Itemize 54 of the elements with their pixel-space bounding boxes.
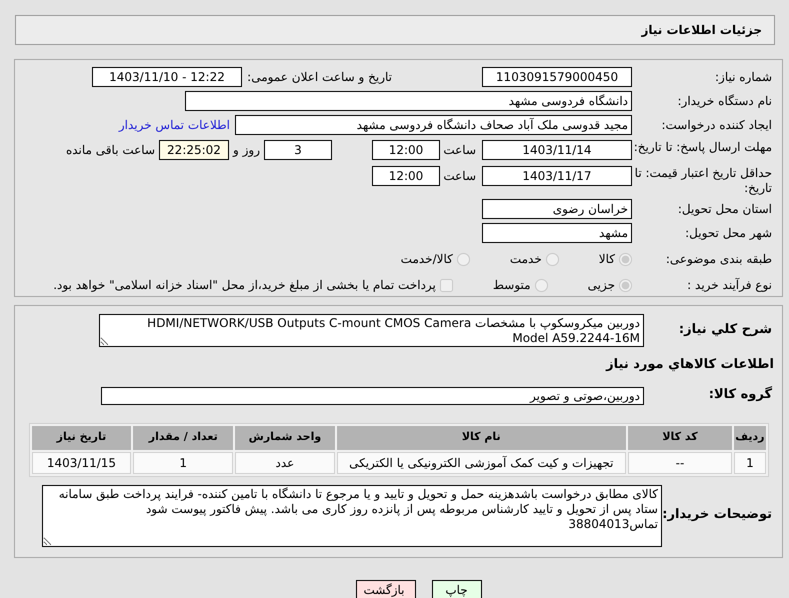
field-label: مهلت ارسال پاسخ: تا تاریخ: — [632, 140, 773, 155]
field-label: طبقه بندی موضوعی: — [664, 252, 773, 266]
field-label: حداقل تاریخ اعتبار قیمت: تا تاریخ: — [634, 166, 773, 196]
column-header: نام کالا — [336, 426, 626, 450]
section-heading: اطلاعات کالاهاي مورد نياز — [606, 356, 774, 374]
field-label: استان محل تحویل: — [676, 202, 773, 216]
buyer-org-field: دانشگاه فردوسی مشهد — [185, 91, 632, 111]
field-label: شماره نیاز: — [714, 70, 773, 84]
option-label: خدمت — [510, 251, 542, 268]
table-cell: تجهیزات و کیت کمک آموزشی الکترونیکی یا الکتریکی — [336, 452, 626, 474]
buyer-notes-box[interactable]: کالای مطابق درخواست باشدهزینه حمل و تحویل و تایید و یا مرجوع تا دانشگاه با تامین کننده- فرایند پرداخت طبق سامانه ستاد پس از تحویل و تایید کارشناس مربوطه پس از پانزده روز کاری می باشد. پیش فاکتور پیوست شود تماس38804013 — [42, 484, 662, 546]
column-header: کد کالا — [628, 426, 732, 450]
time-label: ساعت — [442, 142, 477, 159]
days-field: 3 — [264, 140, 332, 160]
field-label: تاریخ و ساعت اعلان عمومی: — [246, 69, 392, 86]
date-field: 1403/11/17 — [482, 166, 632, 186]
column-header: ردیف — [734, 426, 766, 450]
date-field: 1403/11/14 — [482, 140, 632, 160]
need-number-field: 1103091579000450 — [482, 67, 632, 87]
table-cell: 1403/11/15 — [32, 452, 132, 474]
column-header: تاریخ نیاز — [32, 426, 132, 450]
print-button[interactable]: چاپ — [432, 580, 482, 598]
announce-date-field: 1403/11/10 - 12:22 — [92, 67, 242, 87]
table-cell: عدد — [235, 452, 335, 474]
time-label: ساعت — [442, 168, 477, 185]
option-label: کالا — [598, 251, 615, 268]
table-cell: 1 — [734, 452, 766, 474]
field-label: شرح کلي نياز: — [678, 322, 773, 339]
contact-info-link[interactable]: اطلاعات تماس خریدار — [118, 116, 230, 134]
requester-field: مجید قدوسی ملک آباد صحاف دانشگاه فردوسی مشهد — [235, 115, 632, 135]
time-field: 12:00 — [372, 140, 440, 160]
option-label: متوسط — [492, 277, 531, 294]
days-label: روز و — [232, 142, 261, 159]
field-label: گروه کالا: — [708, 387, 773, 404]
field-label: نوع فرآیند خرید : — [686, 278, 773, 292]
table-cell: -- — [628, 452, 732, 474]
payment-note: پرداخت تمام یا بخشی از مبلغ خرید،از محل "اسناد خزانه اسلامی" خواهد بود. — [53, 277, 436, 294]
remaining-time-field: 22:25:02 — [159, 140, 229, 160]
column-header: تعداد / مقدار — [133, 426, 234, 450]
table-cell: 1 — [133, 452, 234, 474]
back-button[interactable]: بازگشت — [356, 580, 416, 598]
page-title: جزئیات اطلاعات نیاز — [15, 15, 775, 45]
goods-group-field: دوربین،صوتی و تصویر — [101, 386, 644, 404]
field-label: شهر محل تحویل: — [684, 226, 773, 240]
column-header: واحد شمارش — [235, 426, 335, 450]
province-field: خراسان رضوی — [482, 199, 632, 219]
option-label: جزیی — [588, 277, 615, 294]
field-label: توضیحات خریدار: — [662, 507, 773, 524]
option-label: کالا/خدمت — [400, 251, 453, 268]
remaining-label: ساعت باقی مانده — [64, 142, 156, 159]
time-field: 12:00 — [372, 166, 440, 186]
city-field: مشهد — [482, 223, 632, 243]
field-label: نام دستگاه خریدار: — [676, 94, 773, 108]
field-label: ایجاد کننده درخواست: — [660, 118, 773, 132]
